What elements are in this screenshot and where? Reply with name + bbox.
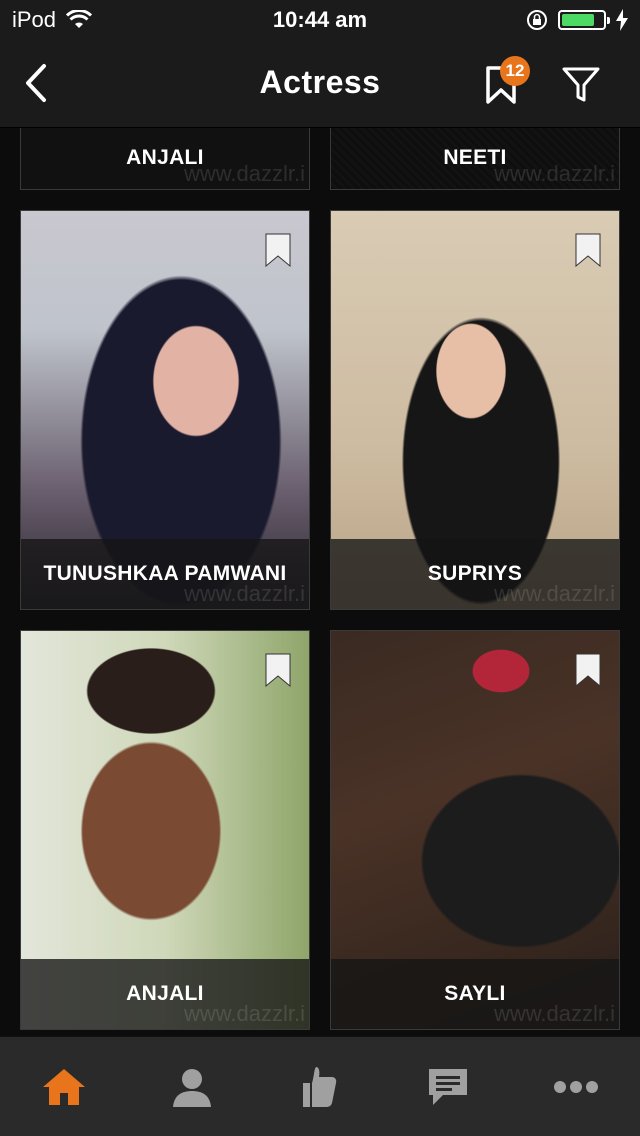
status-bar: iPod 10:44 am	[0, 0, 640, 40]
actress-card[interactable]: NEETI www.dazzlr.i	[330, 128, 620, 190]
page-title: Actress	[259, 64, 381, 100]
chat-icon	[429, 1068, 467, 1105]
save-bookmark-icon[interactable]	[575, 233, 601, 267]
save-bookmark-icon[interactable]	[265, 233, 291, 267]
actress-card[interactable]: TUNUSHKAA PAMWANI www.dazzlr.i	[20, 210, 310, 610]
thumbs-up-icon	[303, 1066, 337, 1107]
actress-card[interactable]: ANJALI www.dazzlr.i	[20, 128, 310, 190]
watermark-text: www.dazzlr.i	[183, 161, 305, 186]
more-icon	[554, 1080, 598, 1093]
home-icon	[43, 1068, 85, 1105]
tab-profile[interactable]	[152, 1047, 232, 1127]
actress-grid[interactable]: ANJALI www.dazzlr.i NEETI www.dazzlr.i T…	[0, 128, 640, 1036]
filter-icon	[562, 67, 600, 102]
actress-card[interactable]: SUPRIYS www.dazzlr.i	[330, 210, 620, 610]
battery-icon	[558, 10, 610, 30]
bookmark-count-badge: 12	[500, 56, 530, 86]
watermark-text: www.dazzlr.i	[493, 581, 615, 606]
tab-home[interactable]	[24, 1047, 104, 1127]
filter-button[interactable]	[560, 64, 602, 106]
tab-bar	[0, 1036, 640, 1136]
actress-card[interactable]: SAYLI www.dazzlr.i	[330, 630, 620, 1030]
watermark-text: www.dazzlr.i	[493, 1001, 615, 1026]
tab-likes[interactable]	[280, 1047, 360, 1127]
watermark-text: www.dazzlr.i	[183, 581, 305, 606]
profile-icon	[173, 1068, 211, 1107]
charging-icon	[616, 9, 628, 31]
save-bookmark-icon[interactable]	[575, 653, 601, 687]
watermark-text: www.dazzlr.i	[493, 161, 615, 186]
actress-card[interactable]: ANJALI www.dazzlr.i	[20, 630, 310, 1030]
status-right	[526, 9, 628, 31]
tab-messages[interactable]	[408, 1047, 488, 1127]
watermark-text: www.dazzlr.i	[183, 1001, 305, 1026]
tab-more[interactable]	[536, 1047, 616, 1127]
rotation-lock-icon	[527, 10, 547, 30]
navigation-bar: Actress 12	[0, 40, 640, 128]
save-bookmark-icon[interactable]	[265, 653, 291, 687]
